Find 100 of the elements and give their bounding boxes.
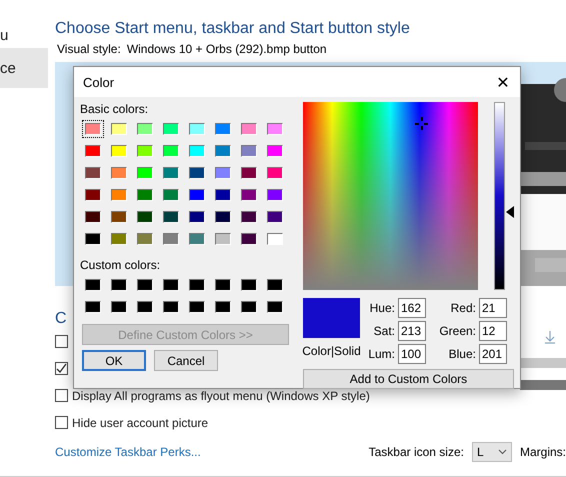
color-swatch[interactable] [108,164,130,182]
color-swatch[interactable] [108,298,130,316]
color-swatch[interactable] [82,142,104,160]
color-swatch[interactable] [238,276,260,294]
color-swatch[interactable] [264,298,286,316]
color-swatch[interactable] [134,208,156,226]
color-swatch[interactable] [186,164,208,182]
crosshair-icon [415,117,428,130]
color-swatch[interactable] [238,298,260,316]
dialog-title: Color [83,74,114,90]
color-swatch[interactable] [108,142,130,160]
color-swatch[interactable] [186,208,208,226]
color-swatch[interactable] [134,186,156,204]
color-swatch[interactable] [82,230,104,248]
icon-size-dropdown[interactable]: L [472,442,512,462]
color-swatch[interactable] [238,120,260,138]
checkbox[interactable] [55,389,68,402]
sidebar-item[interactable]: ce [0,48,48,88]
color-swatch[interactable] [160,276,182,294]
color-swatch[interactable] [134,230,156,248]
section-title: Choose Start menu, taskbar and Start button style [55,20,411,38]
color-swatch[interactable] [134,120,156,138]
margins-label: Margins: [520,445,566,459]
checkbox-label: Display All programs as flyout menu (Windows XP style) [72,388,370,402]
color-swatch[interactable] [82,276,104,294]
color-swatch[interactable] [264,186,286,204]
color-swatch[interactable] [160,208,182,226]
color-swatch[interactable] [264,142,286,160]
color-swatch[interactable] [264,120,286,138]
close-button[interactable]: ✕ [486,67,520,97]
color-swatch[interactable] [82,298,104,316]
color-swatch[interactable] [238,164,260,182]
color-swatch[interactable] [212,120,234,138]
visual-style-label: Visual style: [57,42,121,56]
add-custom-colors-button[interactable]: Add to Custom Colors [303,369,514,389]
color-swatch[interactable] [186,186,208,204]
color-swatch[interactable] [212,208,234,226]
color-swatch[interactable] [212,142,234,160]
color-swatch[interactable] [264,230,286,248]
color-swatch[interactable] [82,120,104,138]
color-swatch[interactable] [134,298,156,316]
color-swatch[interactable] [108,186,130,204]
color-swatch[interactable] [238,186,260,204]
color-swatch[interactable] [82,208,104,226]
value-field[interactable]: 100 [398,344,426,364]
color-swatch[interactable] [108,276,130,294]
color-swatch[interactable] [160,164,182,182]
color-swatch[interactable] [108,230,130,248]
color-swatch[interactable] [186,142,208,160]
color-swatch[interactable] [186,298,208,316]
value-field[interactable]: 213 [398,321,426,341]
field-label: Green: [438,324,476,338]
color-swatch[interactable] [212,164,234,182]
field-label: Lum: [367,347,395,361]
color-swatch[interactable] [238,208,260,226]
color-swatch[interactable] [212,186,234,204]
color-swatch[interactable] [160,230,182,248]
color-swatch[interactable] [238,142,260,160]
color-swatch[interactable] [186,120,208,138]
value-field[interactable]: 21 [479,298,507,318]
color-swatch[interactable] [264,276,286,294]
color-preview [303,298,360,338]
value-field[interactable]: 162 [398,298,426,318]
field-label: Blue: [448,347,476,361]
color-swatch[interactable] [134,142,156,160]
color-swatch[interactable] [212,298,234,316]
color-swatch[interactable] [186,230,208,248]
color-swatch[interactable] [108,120,130,138]
color-spectrum[interactable] [303,102,478,290]
ok-button[interactable]: OK [82,350,146,371]
perks-link[interactable]: Customize Taskbar Perks... [55,445,369,459]
field-label: Sat: [372,324,395,338]
color-swatch[interactable] [134,276,156,294]
color-swatch[interactable] [238,230,260,248]
color-swatch[interactable] [212,276,234,294]
value-field[interactable]: 12 [479,321,507,341]
luminosity-bar[interactable] [494,102,505,290]
luminosity-arrow-icon[interactable] [506,206,514,218]
cancel-button[interactable]: Cancel [154,350,218,371]
color-swatch[interactable] [160,120,182,138]
custom-colors-label: Custom colors: [80,258,162,272]
value-field[interactable]: 201 [479,344,507,364]
checkbox[interactable] [55,335,68,348]
color-swatch[interactable] [264,164,286,182]
color-swatch[interactable] [160,142,182,160]
icon-size-label: Taskbar icon size: [368,445,464,459]
color-swatch[interactable] [264,208,286,226]
color-swatch[interactable] [134,164,156,182]
checkbox[interactable] [55,362,68,375]
color-swatch[interactable] [160,186,182,204]
color-swatch[interactable] [212,230,234,248]
preview-bar [520,380,566,390]
color-swatch[interactable] [108,208,130,226]
color-swatch[interactable] [82,186,104,204]
sidebar-item[interactable]: u [0,22,48,48]
chevron-down-icon [498,449,507,455]
color-swatch[interactable] [82,164,104,182]
color-swatch[interactable] [160,298,182,316]
checkbox[interactable] [55,416,68,429]
color-swatch[interactable] [186,276,208,294]
